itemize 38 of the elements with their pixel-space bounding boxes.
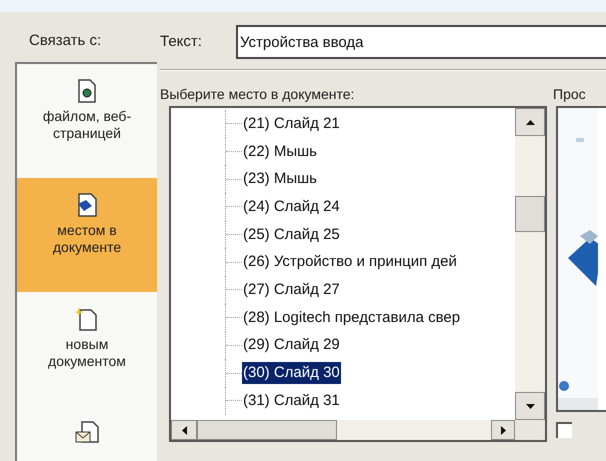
scroll-left-button[interactable] <box>171 420 197 440</box>
scroll-thumb[interactable] <box>197 420 337 440</box>
slide-item[interactable]: (25) Слайд 25 <box>242 224 341 246</box>
place-list[interactable]: (21) Слайд 21 (22) Мышь (23) Мышь (24) Слайд 24 (25) Слайд 25 (26) Устройство и принцип дей (27) Слайд 27 (28) Logitech представила свер (29) Слайд 29 (30) Слайд 30 (31) Слайд 31 <box>169 106 547 442</box>
slide-item[interactable]: (31) Слайд 31 <box>242 390 341 412</box>
slide-item[interactable]: (24) Слайд 24 <box>242 196 341 218</box>
link-type-item[interactable]: местом в документе <box>17 178 157 292</box>
slide-item[interactable]: (23) Мышь <box>242 168 318 190</box>
text-field[interactable]: Устройства ввода <box>236 25 606 59</box>
slide-item[interactable]: (27) Слайд 27 <box>242 278 341 301</box>
slide-item[interactable]: (30) Слайд 30 <box>242 362 341 384</box>
slide-item[interactable]: (26) Устройство и принцип дей <box>242 251 458 274</box>
document-icon <box>76 78 98 104</box>
scroll-thumb[interactable] <box>515 196 545 232</box>
slide-item[interactable]: (21) Слайд 21 <box>242 112 341 135</box>
envelope-document-icon <box>74 420 100 446</box>
slide-item[interactable]: (28) Logitech представила свер <box>242 306 462 329</box>
text-label: Текст: <box>160 32 203 52</box>
down-arrow-icon <box>526 404 534 408</box>
vertical-scrollbar[interactable] <box>515 108 545 420</box>
link-to-label: Связать с: <box>29 32 102 50</box>
left-arrow-icon <box>182 426 186 434</box>
scroll-down-button[interactable] <box>515 392 545 420</box>
slide-item[interactable]: (22) Мышь <box>242 140 318 163</box>
link-type-item[interactable]: новым документом <box>17 292 157 406</box>
horizontal-scrollbar[interactable] <box>171 420 545 440</box>
scroll-up-button[interactable] <box>515 108 545 136</box>
preview-label: Прос <box>553 86 587 103</box>
new-document-icon <box>75 306 99 332</box>
scroll-right-button[interactable] <box>491 420 515 440</box>
link-type-item[interactable]: файлом, веб-страницей <box>17 64 157 178</box>
up-arrow-icon <box>526 120 534 124</box>
slide-item[interactable]: (29) Слайд 29 <box>242 334 341 356</box>
document-icon <box>75 192 99 218</box>
place-list-label: Выберите место в документе: <box>160 86 356 103</box>
right-arrow-icon <box>500 426 506 434</box>
show-checkbox[interactable] <box>556 422 572 438</box>
scrollbar-corner <box>515 420 545 440</box>
